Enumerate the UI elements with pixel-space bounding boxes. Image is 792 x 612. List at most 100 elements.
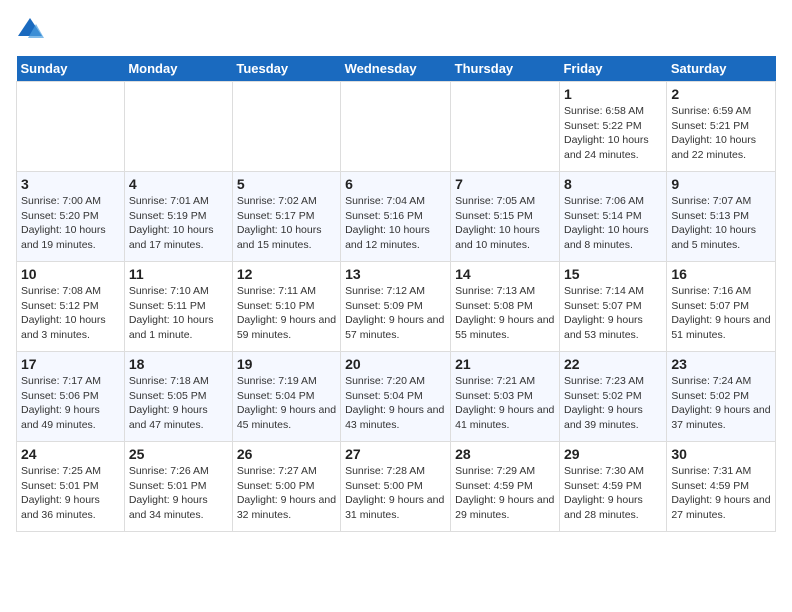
day-cell: 7Sunrise: 7:05 AM Sunset: 5:15 PM Daylig… bbox=[451, 172, 560, 262]
day-cell: 8 Sunrise: 7:06 AM Sunset: 5:14 PM Daylig… bbox=[559, 172, 666, 262]
day-cell: 9 Sunrise: 7:07 AM Sunset: 5:13 PM Daylig… bbox=[667, 172, 776, 262]
header-sunday: Sunday bbox=[17, 56, 125, 82]
day-cell: 21 Sunrise: 7:21 AM Sunset: 5:03 PM Dayli… bbox=[451, 352, 560, 442]
day-cell: 28Sunrise: 7:29 AM Sunset: 4:59 PM Dayli… bbox=[451, 442, 560, 532]
day-cell: 24 Sunrise: 7:25 AM Sunset: 5:01 PM Dayli… bbox=[17, 442, 125, 532]
logo-icon bbox=[16, 16, 44, 44]
day-cell bbox=[341, 82, 451, 172]
day-number: 4 bbox=[129, 176, 228, 192]
day-number: 30 bbox=[671, 446, 771, 462]
day-cell: 12 Sunrise: 7:11 AM Sunset: 5:10 PM Dayli… bbox=[232, 262, 340, 352]
day-cell: 3 Sunrise: 7:00 AM Sunset: 5:20 PM Daylig… bbox=[17, 172, 125, 262]
day-info: Sunrise: 7:05 AM Sunset: 5:15 PM Dayligh… bbox=[455, 194, 555, 253]
header-wednesday: Wednesday bbox=[341, 56, 451, 82]
day-cell: 2 Sunrise: 6:59 AM Sunset: 5:21 PM Daylig… bbox=[667, 82, 776, 172]
day-cell: 19 Sunrise: 7:19 AM Sunset: 5:04 PM Dayli… bbox=[232, 352, 340, 442]
day-cell: 25 Sunrise: 7:26 AM Sunset: 5:01 PM Dayli… bbox=[124, 442, 232, 532]
day-info: Sunrise: 7:16 AM Sunset: 5:07 PM Dayligh… bbox=[671, 284, 771, 343]
day-number: 1 bbox=[564, 86, 662, 102]
day-cell: 17 Sunrise: 7:17 AM Sunset: 5:06 PM Dayli… bbox=[17, 352, 125, 442]
day-cell: 20 Sunrise: 7:20 AM Sunset: 5:04 PM Dayli… bbox=[341, 352, 451, 442]
day-info: Sunrise: 7:01 AM Sunset: 5:19 PM Dayligh… bbox=[129, 194, 228, 253]
header-friday: Friday bbox=[559, 56, 666, 82]
day-cell: 26 Sunrise: 7:27 AM Sunset: 5:00 PM Dayli… bbox=[232, 442, 340, 532]
day-number: 25 bbox=[129, 446, 228, 462]
day-info: Sunrise: 7:17 AM Sunset: 5:06 PM Dayligh… bbox=[21, 374, 120, 433]
day-number: 10 bbox=[21, 266, 120, 282]
calendar-header: SundayMondayTuesdayWednesdayThursdayFrid… bbox=[17, 56, 776, 82]
day-number: 17 bbox=[21, 356, 120, 372]
day-number: 3 bbox=[21, 176, 120, 192]
day-info: Sunrise: 7:27 AM Sunset: 5:00 PM Dayligh… bbox=[237, 464, 336, 523]
day-info: Sunrise: 7:10 AM Sunset: 5:11 PM Dayligh… bbox=[129, 284, 228, 343]
day-cell: 1 Sunrise: 6:58 AM Sunset: 5:22 PM Daylig… bbox=[559, 82, 666, 172]
day-info: Sunrise: 7:24 AM Sunset: 5:02 PM Dayligh… bbox=[671, 374, 771, 433]
day-info: Sunrise: 7:19 AM Sunset: 5:04 PM Dayligh… bbox=[237, 374, 336, 433]
page-header bbox=[16, 16, 776, 44]
week-row-4: 24 Sunrise: 7:25 AM Sunset: 5:01 PM Dayli… bbox=[17, 442, 776, 532]
day-number: 21 bbox=[455, 356, 555, 372]
day-number: 26 bbox=[237, 446, 336, 462]
day-number: 12 bbox=[237, 266, 336, 282]
day-number: 29 bbox=[564, 446, 662, 462]
day-number: 18 bbox=[129, 356, 228, 372]
day-info: Sunrise: 7:21 AM Sunset: 5:03 PM Dayligh… bbox=[455, 374, 555, 433]
day-number: 8 bbox=[564, 176, 662, 192]
day-cell: 14 Sunrise: 7:13 AM Sunset: 5:08 PM Dayli… bbox=[451, 262, 560, 352]
day-info: Sunrise: 7:26 AM Sunset: 5:01 PM Dayligh… bbox=[129, 464, 228, 523]
day-number: 5 bbox=[237, 176, 336, 192]
day-info: Sunrise: 7:23 AM Sunset: 5:02 PM Dayligh… bbox=[564, 374, 662, 433]
day-info: Sunrise: 7:12 AM Sunset: 5:09 PM Dayligh… bbox=[345, 284, 446, 343]
day-cell: 18 Sunrise: 7:18 AM Sunset: 5:05 PM Dayli… bbox=[124, 352, 232, 442]
day-info: Sunrise: 7:11 AM Sunset: 5:10 PM Dayligh… bbox=[237, 284, 336, 343]
day-info: Sunrise: 7:08 AM Sunset: 5:12 PM Dayligh… bbox=[21, 284, 120, 343]
day-info: Sunrise: 7:28 AM Sunset: 5:00 PM Dayligh… bbox=[345, 464, 446, 523]
day-number: 11 bbox=[129, 266, 228, 282]
day-info: Sunrise: 7:25 AM Sunset: 5:01 PM Dayligh… bbox=[21, 464, 120, 523]
day-cell: 30 Sunrise: 7:31 AM Sunset: 4:59 PM Dayli… bbox=[667, 442, 776, 532]
day-number: 16 bbox=[671, 266, 771, 282]
day-number: 24 bbox=[21, 446, 120, 462]
day-info: Sunrise: 7:13 AM Sunset: 5:08 PM Dayligh… bbox=[455, 284, 555, 343]
day-cell: 5 Sunrise: 7:02 AM Sunset: 5:17 PM Daylig… bbox=[232, 172, 340, 262]
week-row-3: 17 Sunrise: 7:17 AM Sunset: 5:06 PM Dayli… bbox=[17, 352, 776, 442]
day-info: Sunrise: 7:02 AM Sunset: 5:17 PM Dayligh… bbox=[237, 194, 336, 253]
day-info: Sunrise: 7:18 AM Sunset: 5:05 PM Dayligh… bbox=[129, 374, 228, 433]
day-number: 6 bbox=[345, 176, 446, 192]
day-number: 22 bbox=[564, 356, 662, 372]
day-cell bbox=[124, 82, 232, 172]
week-row-1: 3 Sunrise: 7:00 AM Sunset: 5:20 PM Daylig… bbox=[17, 172, 776, 262]
week-row-2: 10 Sunrise: 7:08 AM Sunset: 5:12 PM Dayli… bbox=[17, 262, 776, 352]
day-info: Sunrise: 7:06 AM Sunset: 5:14 PM Dayligh… bbox=[564, 194, 662, 253]
day-number: 19 bbox=[237, 356, 336, 372]
calendar-body: 1 Sunrise: 6:58 AM Sunset: 5:22 PM Daylig… bbox=[17, 82, 776, 532]
day-info: Sunrise: 6:58 AM Sunset: 5:22 PM Dayligh… bbox=[564, 104, 662, 163]
day-cell: 4 Sunrise: 7:01 AM Sunset: 5:19 PM Daylig… bbox=[124, 172, 232, 262]
day-number: 14 bbox=[455, 266, 555, 282]
day-number: 27 bbox=[345, 446, 446, 462]
header-monday: Monday bbox=[124, 56, 232, 82]
day-info: Sunrise: 7:30 AM Sunset: 4:59 PM Dayligh… bbox=[564, 464, 662, 523]
day-cell bbox=[17, 82, 125, 172]
day-number: 9 bbox=[671, 176, 771, 192]
day-cell bbox=[451, 82, 560, 172]
day-cell: 23Sunrise: 7:24 AM Sunset: 5:02 PM Dayli… bbox=[667, 352, 776, 442]
week-row-0: 1 Sunrise: 6:58 AM Sunset: 5:22 PM Daylig… bbox=[17, 82, 776, 172]
calendar-table: SundayMondayTuesdayWednesdayThursdayFrid… bbox=[16, 56, 776, 532]
header-saturday: Saturday bbox=[667, 56, 776, 82]
day-cell: 15Sunrise: 7:14 AM Sunset: 5:07 PM Dayli… bbox=[559, 262, 666, 352]
header-thursday: Thursday bbox=[451, 56, 560, 82]
day-cell: 16 Sunrise: 7:16 AM Sunset: 5:07 PM Dayli… bbox=[667, 262, 776, 352]
logo bbox=[16, 16, 48, 44]
day-cell: 29 Sunrise: 7:30 AM Sunset: 4:59 PM Dayli… bbox=[559, 442, 666, 532]
day-cell: 22 Sunrise: 7:23 AM Sunset: 5:02 PM Dayli… bbox=[559, 352, 666, 442]
day-info: Sunrise: 6:59 AM Sunset: 5:21 PM Dayligh… bbox=[671, 104, 771, 163]
day-info: Sunrise: 7:00 AM Sunset: 5:20 PM Dayligh… bbox=[21, 194, 120, 253]
day-number: 2 bbox=[671, 86, 771, 102]
day-info: Sunrise: 7:31 AM Sunset: 4:59 PM Dayligh… bbox=[671, 464, 771, 523]
day-info: Sunrise: 7:20 AM Sunset: 5:04 PM Dayligh… bbox=[345, 374, 446, 433]
header-tuesday: Tuesday bbox=[232, 56, 340, 82]
day-number: 20 bbox=[345, 356, 446, 372]
day-cell: 13Sunrise: 7:12 AM Sunset: 5:09 PM Dayli… bbox=[341, 262, 451, 352]
day-info: Sunrise: 7:07 AM Sunset: 5:13 PM Dayligh… bbox=[671, 194, 771, 253]
